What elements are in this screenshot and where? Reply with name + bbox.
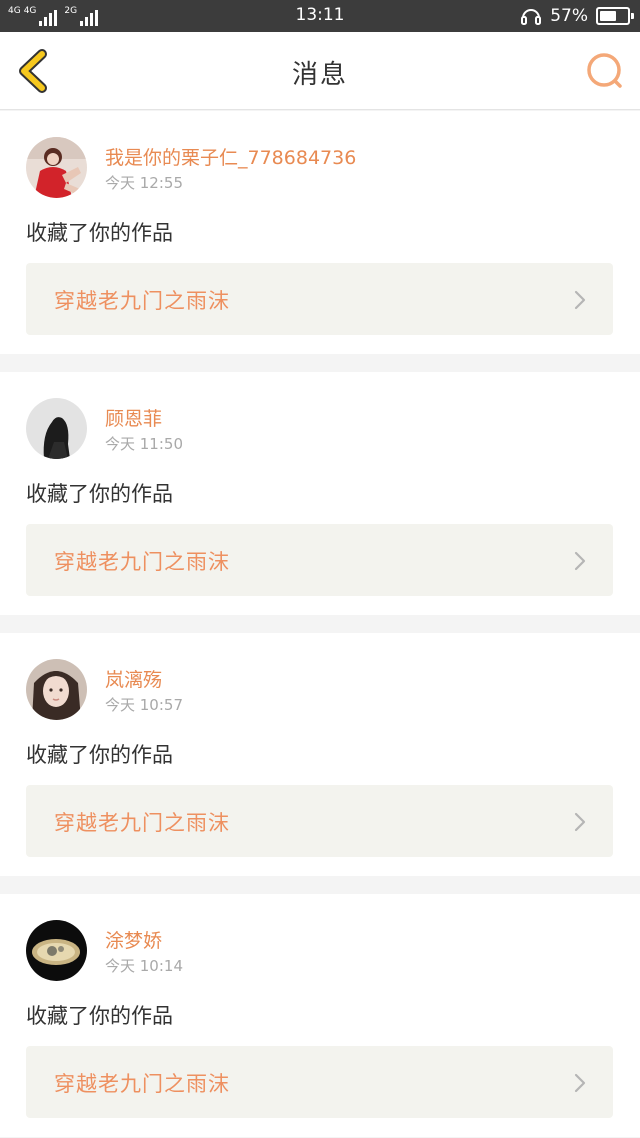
timestamp: 今天 10:14 (105, 957, 183, 975)
action-text: 收藏了你的作品 (26, 743, 173, 767)
action-text: 收藏了你的作品 (26, 482, 173, 506)
chevron-right-icon (574, 290, 586, 310)
search-button[interactable] (584, 50, 626, 92)
chevron-right-icon (574, 1073, 586, 1093)
nav-bar: 消息 (0, 32, 640, 110)
avatar[interactable] (26, 920, 87, 981)
message-card: 我是你的栗子仁_778684736 今天 12:55 收藏了你的作品 穿越老九门… (0, 111, 640, 354)
work-title: 穿越老九门之雨沫 (54, 289, 230, 313)
timestamp: 今天 11:50 (105, 435, 183, 453)
page-title: 消息 (291, 60, 348, 90)
work-link[interactable]: 穿越老九门之雨沫 (26, 1046, 613, 1118)
avatar[interactable] (26, 659, 87, 720)
timestamp: 今天 12:55 (105, 174, 183, 192)
status-right: 57% (520, 5, 634, 27)
action-text: 收藏了你的作品 (26, 1004, 173, 1028)
work-title: 穿越老九门之雨沫 (54, 1072, 230, 1096)
username[interactable]: 顾恩菲 (105, 404, 162, 431)
work-title: 穿越老九门之雨沫 (54, 811, 230, 835)
avatar[interactable] (26, 137, 87, 198)
action-text: 收藏了你的作品 (26, 221, 173, 245)
work-link[interactable]: 穿越老九门之雨沫 (26, 263, 613, 335)
username[interactable]: 岚漓殇 (105, 665, 162, 692)
message-list: 我是你的栗子仁_778684736 今天 12:55 收藏了你的作品 穿越老九门… (0, 111, 640, 1137)
headset-icon (521, 9, 542, 25)
message-card: 涂梦娇 今天 10:14 收藏了你的作品 穿越老九门之雨沫 (0, 894, 640, 1137)
message-card: 岚漓殇 今天 10:57 收藏了你的作品 穿越老九门之雨沫 (0, 633, 640, 876)
work-link[interactable]: 穿越老九门之雨沫 (26, 524, 613, 596)
battery-percent: 57% (550, 6, 588, 26)
work-link[interactable]: 穿越老九门之雨沫 (26, 785, 613, 857)
timestamp: 今天 10:57 (105, 696, 183, 714)
status-bar: 4G 4G 2G 13:11 57% (0, 0, 640, 32)
battery-icon (596, 7, 634, 25)
avatar[interactable] (26, 398, 87, 459)
username[interactable]: 我是你的栗子仁_778684736 (105, 143, 356, 170)
chevron-right-icon (574, 551, 586, 571)
chevron-right-icon (574, 812, 586, 832)
username[interactable]: 涂梦娇 (105, 926, 162, 953)
search-icon (587, 53, 622, 88)
message-card: 顾恩菲 今天 11:50 收藏了你的作品 穿越老九门之雨沫 (0, 372, 640, 615)
work-title: 穿越老九门之雨沫 (54, 550, 230, 574)
